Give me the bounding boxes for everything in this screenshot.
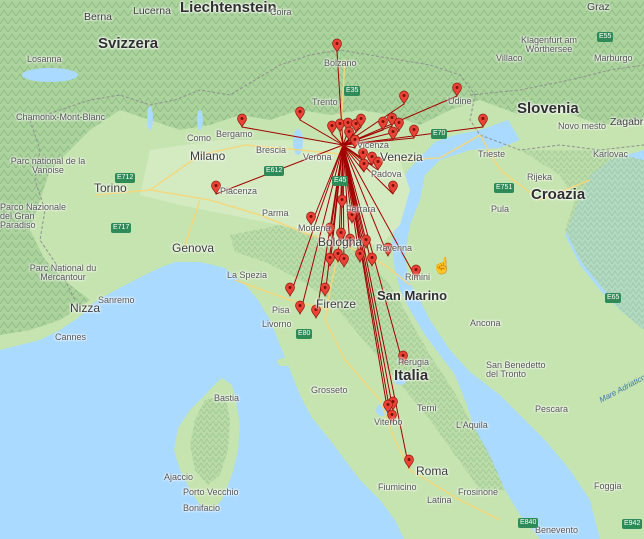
city-foggia: Foggia <box>594 481 622 491</box>
city-nizza: Nizza <box>70 301 101 315</box>
hand-cursor-icon: ☝ <box>432 258 452 275</box>
city-parma: Parma <box>262 208 289 218</box>
city-pescara: Pescara <box>535 404 569 414</box>
park-mercantour: Parc National du Mercantour <box>29 263 97 282</box>
city-karlovac: Karlovac <box>593 149 629 159</box>
city-firenze: Firenze <box>316 297 357 311</box>
city-bonifacio: Bonifacio <box>183 503 221 513</box>
city-frosinone: Frosinone <box>458 487 499 497</box>
city-venezia: Venezia <box>380 150 423 164</box>
city-laquila: L'Aquila <box>456 420 488 430</box>
city-bolzano: Bolzano <box>324 58 357 68</box>
city-trento: Trento <box>312 97 338 107</box>
elba <box>277 358 293 366</box>
city-la-spezia: La Spezia <box>227 270 268 280</box>
city-coira: Coira <box>270 7 292 17</box>
city-bergamo: Bergamo <box>216 129 253 139</box>
city-fiumicino: Fiumicino <box>378 482 417 492</box>
city-lucerna: Lucerna <box>133 5 171 17</box>
label-italia: Italia <box>394 367 429 384</box>
park-vanoise: Parc national de la Vanoise <box>10 156 86 175</box>
road-shield: E65 <box>605 293 622 303</box>
city-klagenfurt: Klagenfurt am Wörthersee <box>520 35 578 54</box>
city-marburgo: Marburgo <box>594 53 633 63</box>
road-shield: E70 <box>431 129 448 139</box>
city-sanremo: Sanremo <box>98 295 135 305</box>
road-shield: E612 <box>264 166 285 176</box>
map-viewport[interactable]: Liechtenstein Svizzera Slovenia Croazia … <box>0 0 644 539</box>
city-graz: Graz <box>587 1 610 13</box>
city-pisa: Pisa <box>272 305 290 315</box>
city-losanna: Losanna <box>27 54 62 64</box>
city-livorno: Livorno <box>262 319 292 329</box>
city-san-benedetto: San Benedetto del Tronto <box>486 360 546 379</box>
road-shield: E942 <box>622 519 643 529</box>
city-trieste: Trieste <box>478 149 506 159</box>
city-bastia: Bastia <box>214 393 240 403</box>
label-slovenia: Slovenia <box>517 100 579 117</box>
city-benevento: Benevento <box>535 525 579 535</box>
city-ravenna: Ravenna <box>376 243 413 253</box>
city-modena: Modena <box>298 223 331 233</box>
label-liechtenstein: Liechtenstein <box>180 0 277 16</box>
city-pula: Pula <box>491 204 510 214</box>
city-roma: Roma <box>416 464 449 478</box>
city-porto-vecchio: Porto Vecchio <box>183 487 239 497</box>
city-grosseto: Grosseto <box>311 385 348 395</box>
city-villaco: Villaco <box>496 53 523 63</box>
city-chamonix: Chamonix-Mont-Blanc <box>16 112 106 122</box>
city-perugia: Perugia <box>398 357 430 367</box>
city-cannes: Cannes <box>55 332 87 342</box>
city-brescia: Brescia <box>256 145 287 155</box>
city-rimini: Rimini <box>405 272 431 282</box>
city-latina: Latina <box>427 495 452 505</box>
city-ferrara: Ferrara <box>346 204 376 214</box>
city-terni: Terni <box>417 403 437 413</box>
city-verona: Verona <box>303 152 332 162</box>
label-croazia: Croazia <box>531 186 586 203</box>
city-berna: Berna <box>84 11 113 23</box>
label-san-marino: San Marino <box>377 288 448 303</box>
road-shield: E712 <box>115 173 136 183</box>
city-como: Como <box>187 133 212 143</box>
lake-garda <box>293 129 303 155</box>
city-padova: Padova <box>371 169 402 179</box>
road-shield: E751 <box>494 183 515 193</box>
city-novo-mesto: Novo mesto <box>558 121 607 131</box>
city-genova: Genova <box>172 241 215 255</box>
city-torino: Torino <box>94 181 127 195</box>
road-shield: E840 <box>518 518 539 528</box>
city-ajaccio: Ajaccio <box>164 472 194 482</box>
road-shield: E80 <box>296 329 313 339</box>
label-svizzera: Svizzera <box>98 35 159 52</box>
lake-geneva <box>22 68 78 82</box>
city-viterbo: Viterbo <box>374 417 403 427</box>
city-bologna: Bologna <box>318 235 363 249</box>
road-shield: E45 <box>332 176 349 186</box>
city-rijeka: Rijeka <box>527 172 553 182</box>
city-udine: Udine <box>448 96 472 106</box>
lake-maggiore <box>147 106 153 130</box>
road-shield: E35 <box>344 86 361 96</box>
city-milano: Milano <box>190 149 226 163</box>
city-ancona: Ancona <box>470 318 501 328</box>
city-vicenza: Vicenza <box>357 140 389 150</box>
park-gran-paradiso: Parco Nazionale del Gran Paradiso <box>0 202 67 230</box>
city-piacenza: Piacenza <box>220 186 258 196</box>
road-shield: E55 <box>597 32 614 42</box>
lake-como <box>197 110 203 130</box>
road-shield: E717 <box>111 223 132 233</box>
city-zagabria: Zagabria <box>610 116 644 128</box>
